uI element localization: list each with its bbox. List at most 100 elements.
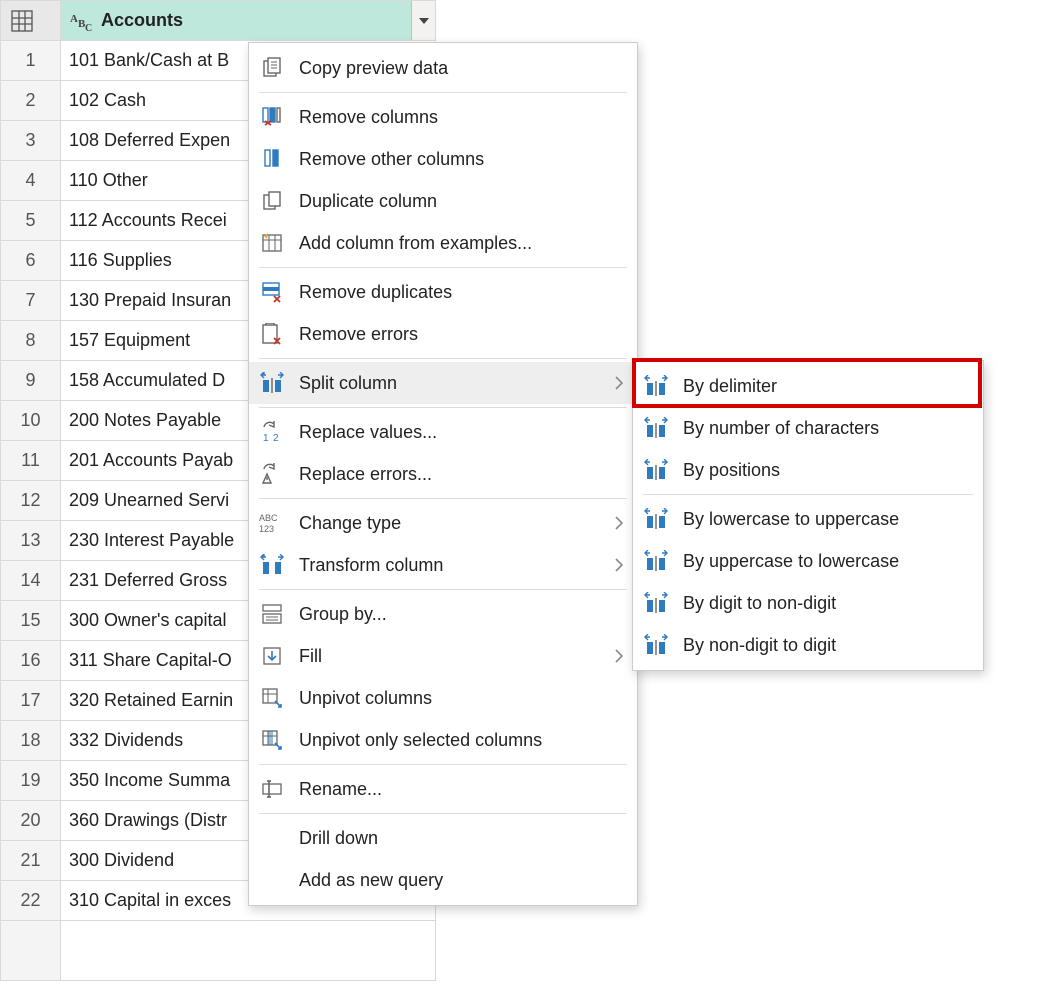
menu-separator: [259, 589, 627, 590]
menu-label: Rename...: [299, 779, 623, 800]
chevron-right-icon: [615, 376, 623, 390]
menu-unpivot-selected[interactable]: Unpivot only selected columns: [249, 719, 637, 761]
replace-values-icon: 12: [259, 419, 285, 445]
menu-group-by[interactable]: Group by...: [249, 593, 637, 635]
row-number[interactable]: 22: [1, 881, 61, 921]
submenu-by-delimiter[interactable]: By delimiter: [633, 365, 983, 407]
group-by-icon: [259, 601, 285, 627]
row-number[interactable]: 11: [1, 441, 61, 481]
row-number[interactable]: 4: [1, 161, 61, 201]
menu-label: By digit to non-digit: [683, 593, 969, 614]
menu-label: Remove duplicates: [299, 282, 623, 303]
submenu-upper-to-lower[interactable]: By uppercase to lowercase: [633, 540, 983, 582]
menu-separator: [259, 92, 627, 93]
menu-fill[interactable]: Fill: [249, 635, 637, 677]
submenu-by-num-chars[interactable]: By number of characters: [633, 407, 983, 449]
menu-remove-other-columns[interactable]: Remove other columns: [249, 138, 637, 180]
submenu-lower-to-upper[interactable]: By lowercase to uppercase: [633, 498, 983, 540]
menu-separator: [259, 267, 627, 268]
unpivot-icon: [259, 685, 285, 711]
transform-icon: [259, 552, 285, 578]
submenu-digit-to-nondigit[interactable]: By digit to non-digit: [633, 582, 983, 624]
table-icon: [9, 8, 35, 34]
menu-transform-column[interactable]: Transform column: [249, 544, 637, 586]
row-number[interactable]: 10: [1, 401, 61, 441]
menu-unpivot-columns[interactable]: Unpivot columns: [249, 677, 637, 719]
menu-label: Remove errors: [299, 324, 623, 345]
row-number[interactable]: 15: [1, 601, 61, 641]
menu-add-as-new-query[interactable]: Add as new query: [249, 859, 637, 901]
menu-replace-errors[interactable]: Replace errors...: [249, 453, 637, 495]
menu-drill-down[interactable]: Drill down: [249, 817, 637, 859]
remove-other-columns-icon: [259, 146, 285, 172]
menu-add-column-examples[interactable]: Add column from examples...: [249, 222, 637, 264]
remove-duplicates-icon: [259, 279, 285, 305]
row-number[interactable]: 3: [1, 121, 61, 161]
row-number[interactable]: 2: [1, 81, 61, 121]
chevron-right-icon: [615, 558, 623, 572]
row-number[interactable]: 1: [1, 41, 61, 81]
menu-duplicate-column[interactable]: Duplicate column: [249, 180, 637, 222]
duplicate-icon: [259, 188, 285, 214]
menu-rename[interactable]: Rename...: [249, 768, 637, 810]
menu-label: Add as new query: [299, 870, 623, 891]
fill-icon: [259, 643, 285, 669]
rename-icon: [259, 776, 285, 802]
submenu-nondigit-to-digit[interactable]: By non-digit to digit: [633, 624, 983, 666]
row-number[interactable]: 16: [1, 641, 61, 681]
split-icon: [643, 415, 669, 441]
menu-remove-errors[interactable]: Remove errors: [249, 313, 637, 355]
row-number[interactable]: 5: [1, 201, 61, 241]
row-number[interactable]: 13: [1, 521, 61, 561]
menu-label: Remove other columns: [299, 149, 623, 170]
split-icon: [643, 590, 669, 616]
menu-remove-duplicates[interactable]: Remove duplicates: [249, 271, 637, 313]
menu-label: Unpivot only selected columns: [299, 730, 623, 751]
row-number[interactable]: 17: [1, 681, 61, 721]
menu-label: Transform column: [299, 555, 601, 576]
menu-label: By uppercase to lowercase: [683, 551, 969, 572]
row-number[interactable]: 19: [1, 761, 61, 801]
row-number[interactable]: 12: [1, 481, 61, 521]
menu-label: Replace values...: [299, 422, 623, 443]
menu-copy-preview[interactable]: Copy preview data: [249, 47, 637, 89]
blank-icon: [259, 867, 285, 893]
split-icon: [643, 373, 669, 399]
row-number[interactable]: 21: [1, 841, 61, 881]
menu-change-type[interactable]: ABC123 Change type: [249, 502, 637, 544]
menu-label: Copy preview data: [299, 58, 623, 79]
row-number[interactable]: 14: [1, 561, 61, 601]
menu-label: Change type: [299, 513, 601, 534]
submenu-by-positions[interactable]: By positions: [633, 449, 983, 491]
row-number[interactable]: 6: [1, 241, 61, 281]
split-icon: [643, 506, 669, 532]
column-header-accounts[interactable]: A B C Accounts: [61, 1, 436, 41]
change-type-icon: ABC123: [259, 510, 285, 536]
row-number[interactable]: 7: [1, 281, 61, 321]
chevron-down-icon: [419, 18, 429, 24]
menu-separator: [259, 764, 627, 765]
remove-columns-icon: [259, 104, 285, 130]
row-number[interactable]: 20: [1, 801, 61, 841]
menu-label: Group by...: [299, 604, 623, 625]
svg-text:C: C: [85, 23, 92, 31]
chevron-right-icon: [615, 516, 623, 530]
unpivot-selected-icon: [259, 727, 285, 753]
menu-label: By number of characters: [683, 418, 969, 439]
row-number[interactable]: 8: [1, 321, 61, 361]
row-number[interactable]: 18: [1, 721, 61, 761]
menu-split-column[interactable]: Split column: [249, 362, 637, 404]
menu-separator: [259, 498, 627, 499]
split-icon: [643, 457, 669, 483]
menu-separator: [259, 358, 627, 359]
menu-replace-values[interactable]: 12 Replace values...: [249, 411, 637, 453]
column-header-label: Accounts: [101, 10, 183, 31]
column-dropdown-button[interactable]: [411, 1, 435, 40]
menu-remove-columns[interactable]: Remove columns: [249, 96, 637, 138]
svg-text:1: 1: [263, 433, 269, 443]
table-corner[interactable]: [1, 1, 61, 41]
menu-label: Add column from examples...: [299, 233, 623, 254]
copy-icon: [259, 55, 285, 81]
cell-empty: [61, 921, 436, 981]
row-number[interactable]: 9: [1, 361, 61, 401]
